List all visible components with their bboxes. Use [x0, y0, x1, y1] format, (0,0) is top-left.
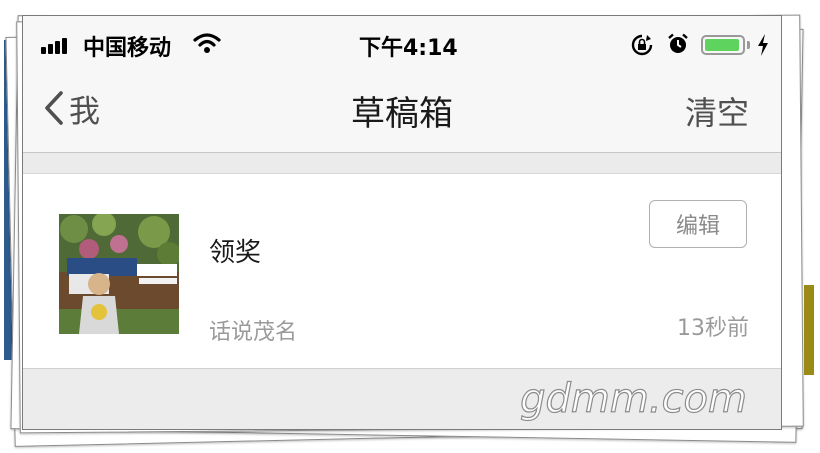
clear-button[interactable]: 清空: [685, 88, 749, 134]
photo-frame-edge-olive: [804, 285, 814, 375]
status-bar: 中国移动 下午4:14: [23, 16, 781, 72]
wifi-icon: [193, 33, 221, 53]
carrier-name: 中国移动: [83, 36, 172, 61]
alarm-icon: [668, 33, 688, 53]
signal-icon: [41, 38, 75, 54]
watermark: gdmm.com: [520, 375, 748, 422]
back-button[interactable]: 我: [43, 86, 100, 130]
page-title: 草稿箱: [351, 94, 453, 134]
watermark-text: gdmm.com: [520, 376, 747, 422]
battery-level-fill: [705, 39, 739, 51]
chevron-left-icon: [45, 91, 63, 125]
draft-source: 话说茂名: [209, 320, 298, 345]
battery-icon: [701, 35, 745, 55]
draft-list-item[interactable]: 领奖 话说茂名 编辑 13秒前: [23, 174, 781, 369]
back-label: 我: [69, 93, 100, 130]
thumbnail-image: [59, 214, 179, 334]
orientation-lock-icon: [631, 34, 653, 56]
draft-thumbnail: [59, 214, 179, 334]
edit-button[interactable]: 编辑: [649, 200, 747, 248]
draft-title: 领奖: [209, 238, 262, 268]
charging-bolt-icon: [758, 34, 768, 56]
phone-screen: 中国移动 下午4:14 我 草稿箱 清空 领奖 话说茂名 编辑 13秒前 gdm…: [22, 15, 782, 430]
status-time: 下午4:14: [359, 36, 458, 61]
draft-timestamp: 13秒前: [677, 316, 749, 341]
section-separator: [23, 152, 781, 174]
navigation-bar: 我 草稿箱 清空: [23, 72, 781, 152]
battery-cap: [747, 41, 750, 49]
